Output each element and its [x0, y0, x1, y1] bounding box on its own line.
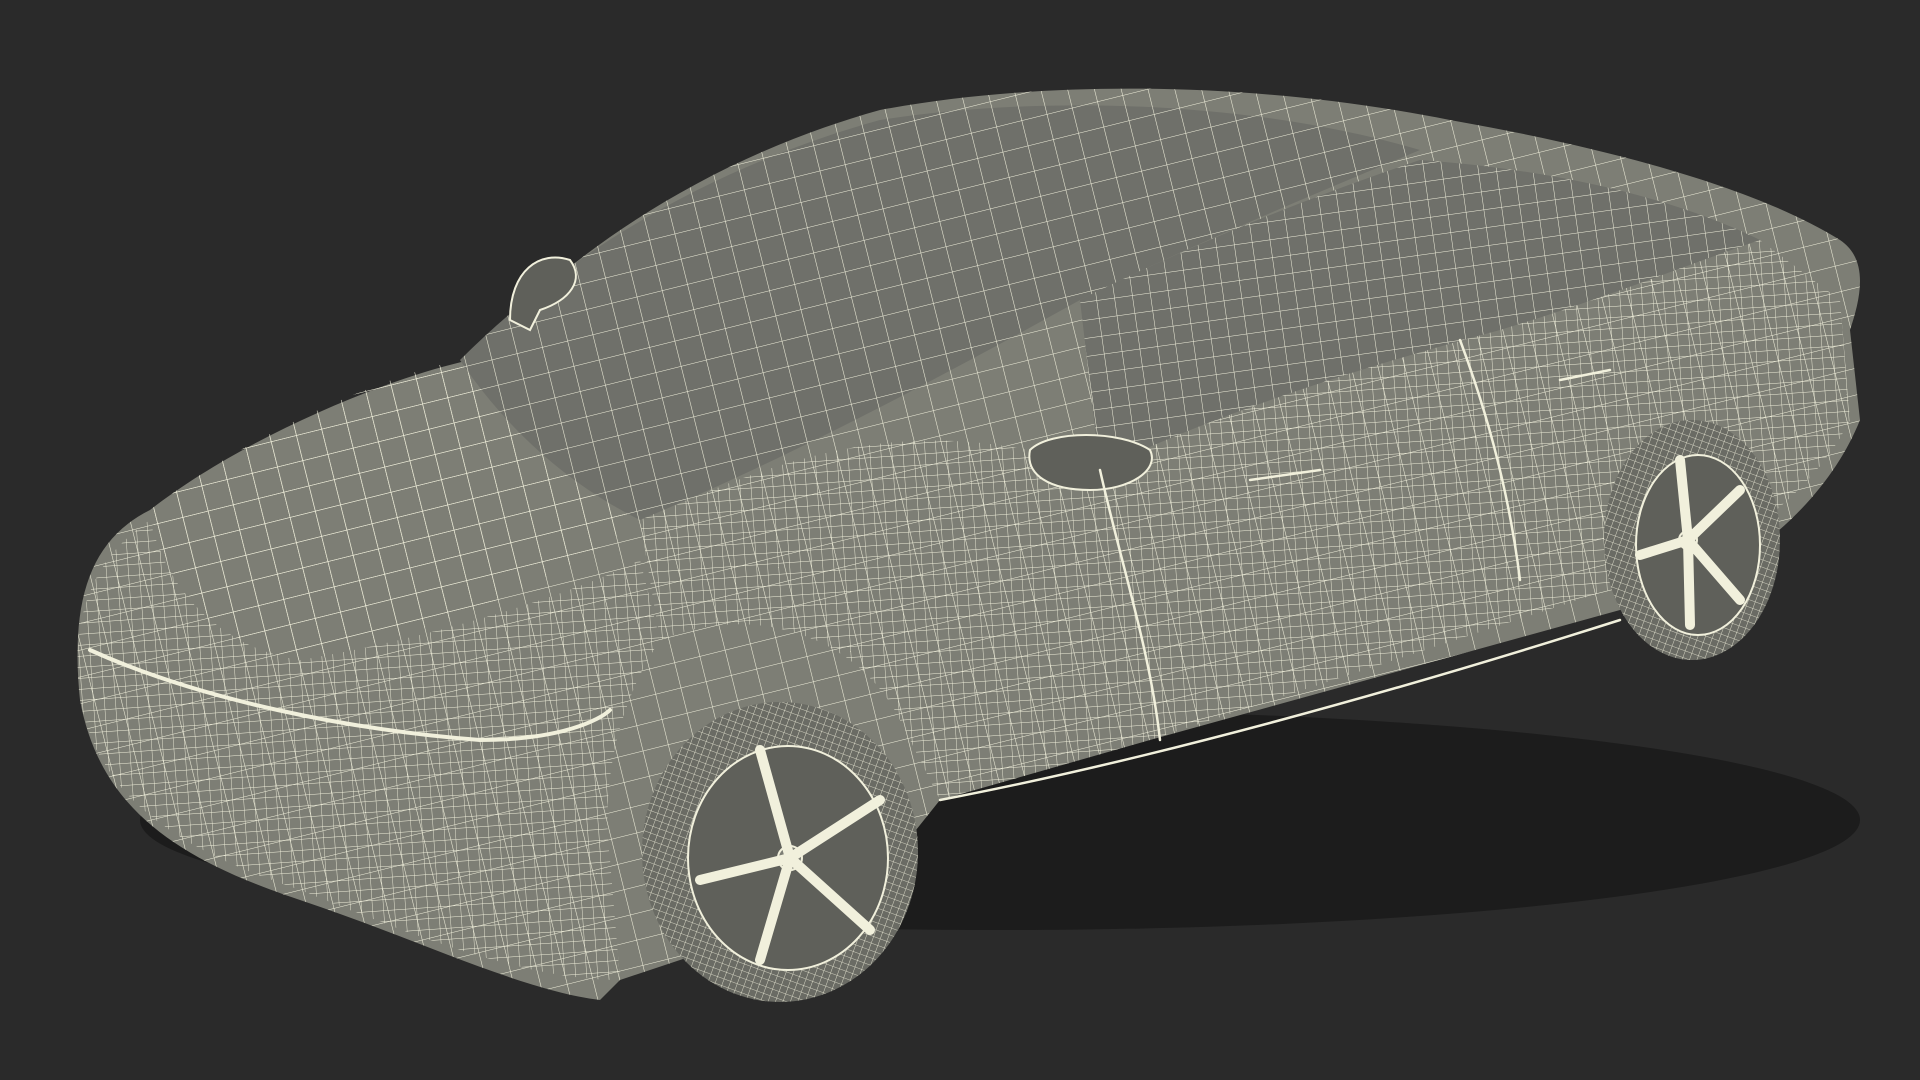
render-viewport [0, 0, 1920, 1080]
rear-wheel [1604, 420, 1780, 660]
front-wheel [642, 702, 918, 1002]
car-wireframe-render [0, 0, 1920, 1080]
